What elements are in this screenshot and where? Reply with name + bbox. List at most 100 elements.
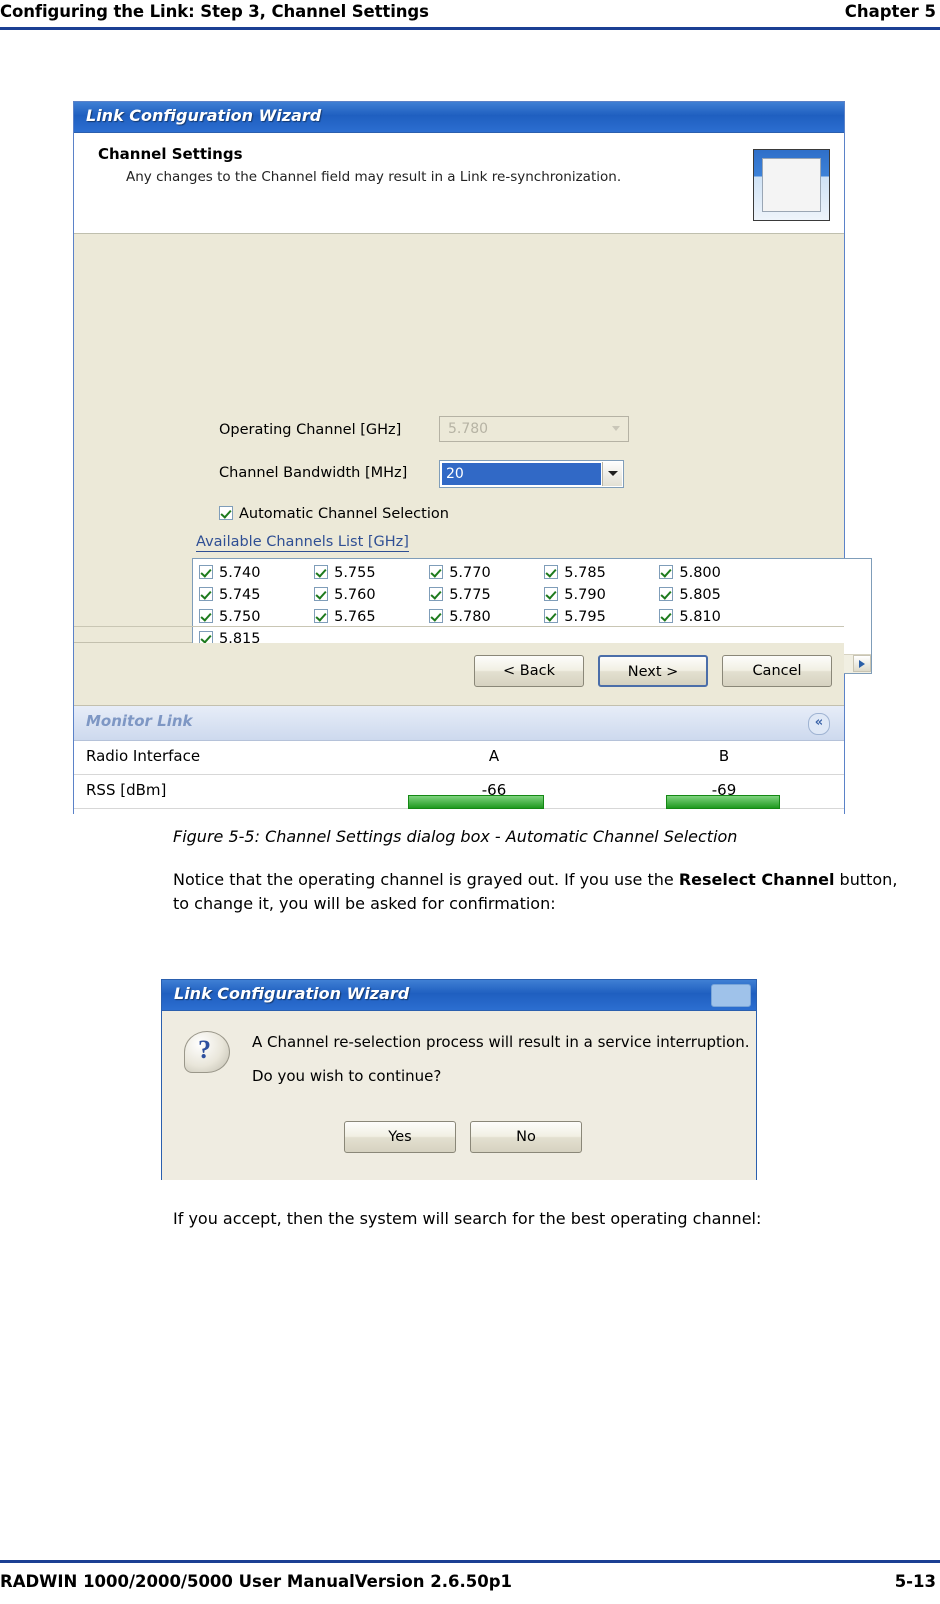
wizard-illustration-inner (762, 158, 821, 212)
wizard-title-bar: Link Configuration Wizard (74, 102, 844, 133)
channel-item[interactable]: 5.785 (544, 565, 654, 581)
row-value-b: B (718, 747, 730, 765)
automatic-channel-selection-label: Automatic Channel Selection (239, 506, 449, 522)
scroll-right-arrow-icon[interactable] (853, 655, 871, 672)
question-icon: ? (184, 1031, 230, 1077)
channel-bandwidth-dropdown-button[interactable] (602, 462, 622, 486)
channel-item[interactable]: 5.790 (544, 587, 654, 603)
confirm-title-text: Link Configuration Wizard (174, 984, 410, 1003)
next-button[interactable]: Next > (598, 655, 708, 687)
monitor-link-header[interactable]: Monitor Link « (74, 706, 844, 741)
back-button[interactable]: < Back (474, 655, 584, 687)
wizard-body: Operating Channel [GHz] 5.780 Channel Ba… (74, 234, 872, 732)
channel-label: 5.750 (219, 609, 261, 625)
channel-item[interactable]: 5.810 (659, 609, 769, 625)
confirm-message-line-1: A Channel re-selection process will resu… (252, 1033, 750, 1051)
wizard-title-text: Link Configuration Wizard (86, 106, 322, 125)
footer-page-number: 5-13 (894, 1572, 936, 1591)
channel-item[interactable]: 5.765 (314, 609, 424, 625)
channel-item[interactable]: 5.755 (314, 565, 424, 581)
channel-checkbox[interactable] (544, 609, 559, 623)
channel-column: 5.785 5.790 5.795 (544, 565, 654, 631)
row-label: Radio Interface (86, 747, 201, 765)
channel-label: 5.740 (219, 565, 261, 581)
figure-caption: Figure 5-5: Channel Settings dialog box … (173, 827, 738, 846)
channel-label: 5.770 (449, 565, 491, 581)
table-row: RSS [dBm] -66 -69 (74, 775, 844, 809)
channel-label: 5.755 (334, 565, 376, 581)
channel-checkbox[interactable] (199, 587, 213, 601)
header-rule (0, 27, 940, 30)
page-footer: RADWIN 1000/2000/5000 User ManualVersion… (0, 1560, 940, 1604)
channel-checkbox[interactable] (659, 565, 674, 579)
channel-label: 5.805 (679, 587, 721, 603)
automatic-channel-selection-row[interactable]: Automatic Channel Selection (219, 506, 449, 522)
channel-item[interactable]: 5.780 (429, 609, 539, 625)
channel-label: 5.800 (679, 565, 721, 581)
channel-item[interactable]: 5.740 (199, 565, 309, 581)
channel-label: 5.810 (679, 609, 721, 625)
channel-checkbox[interactable] (659, 609, 674, 623)
wizard-subheading: Any changes to the Channel field may res… (126, 169, 622, 185)
channel-label: 5.745 (219, 587, 261, 603)
chevron-up-icon[interactable]: « (808, 713, 830, 735)
no-button[interactable]: No (470, 1121, 582, 1153)
page-header: Configuring the Link: Step 3, Channel Se… (0, 0, 940, 34)
channel-item[interactable]: 5.770 (429, 565, 539, 581)
channel-label: 5.785 (564, 565, 606, 581)
channel-item[interactable]: 5.800 (659, 565, 769, 581)
channel-checkbox[interactable] (314, 587, 329, 601)
channel-bandwidth-label: Channel Bandwidth [MHz] (219, 465, 408, 481)
channel-column: 5.800 5.805 5.810 (659, 565, 769, 631)
footer-manual-name: RADWIN 1000/2000/5000 User ManualVersion… (0, 1572, 513, 1591)
header-chapter: Chapter 5 (844, 2, 936, 21)
wizard-heading: Channel Settings (98, 145, 243, 163)
channel-column: 5.740 5.745 5.750 (199, 565, 309, 631)
channel-column: 5.755 5.760 5.765 (314, 565, 424, 631)
channel-checkbox[interactable] (199, 565, 213, 579)
channel-label: 5.760 (334, 587, 376, 603)
close-icon[interactable] (711, 984, 751, 1007)
automatic-channel-selection-checkbox[interactable] (219, 506, 233, 520)
channel-label: 5.765 (334, 609, 376, 625)
yes-button[interactable]: Yes (344, 1121, 456, 1153)
confirmation-dialog: Link Configuration Wizard ? A Channel re… (161, 979, 757, 1180)
table-row: Radio Interface A B (74, 741, 844, 775)
channel-checkbox[interactable] (544, 565, 559, 579)
channel-item[interactable]: 5.745 (199, 587, 309, 603)
operating-channel-input[interactable]: 5.780 (439, 416, 629, 442)
channel-item[interactable]: 5.795 (544, 609, 654, 625)
channel-checkbox[interactable] (659, 587, 674, 601)
channel-label: 5.795 (564, 609, 606, 625)
channel-checkbox[interactable] (429, 609, 444, 623)
row-value-a: A (488, 747, 500, 765)
channel-label: 5.790 (564, 587, 606, 603)
channel-item[interactable]: 5.760 (314, 587, 424, 603)
channel-item[interactable]: 5.750 (199, 609, 309, 625)
chevron-down-icon (608, 471, 618, 476)
confirm-title-bar: Link Configuration Wizard (162, 980, 756, 1011)
cancel-button[interactable]: Cancel (722, 655, 832, 687)
channel-checkbox[interactable] (429, 565, 444, 579)
rss-bar-b (666, 795, 780, 809)
wizard-illustration-icon (753, 149, 830, 221)
confirm-message-line-2: Do you wish to continue? (252, 1067, 442, 1085)
paragraph-bold-term: Reselect Channel (678, 870, 835, 889)
channel-item[interactable]: 5.775 (429, 587, 539, 603)
channel-item[interactable]: 5.805 (659, 587, 769, 603)
wizard-navigation-bar: < Back Next > Cancel (74, 643, 844, 706)
channel-bandwidth-select[interactable]: 20 (439, 460, 624, 488)
body-separator (74, 626, 844, 627)
wizard-header-panel: Channel Settings Any changes to the Chan… (74, 133, 844, 234)
confirm-body: ? A Channel re-selection process will re… (162, 1011, 756, 1180)
operating-channel-value: 5.780 (448, 421, 489, 437)
channel-column: 5.770 5.775 5.780 (429, 565, 539, 631)
available-channels-label: Available Channels List [GHz] (196, 534, 409, 552)
paragraph-reselect: Notice that the operating channel is gra… (173, 868, 903, 916)
channel-checkbox[interactable] (429, 587, 444, 601)
channel-checkbox[interactable] (544, 587, 559, 601)
channel-checkbox[interactable] (199, 609, 213, 623)
channel-checkbox[interactable] (314, 609, 329, 623)
available-channels-label-text: Available Channels List [GHz] (196, 534, 409, 552)
channel-checkbox[interactable] (314, 565, 329, 579)
